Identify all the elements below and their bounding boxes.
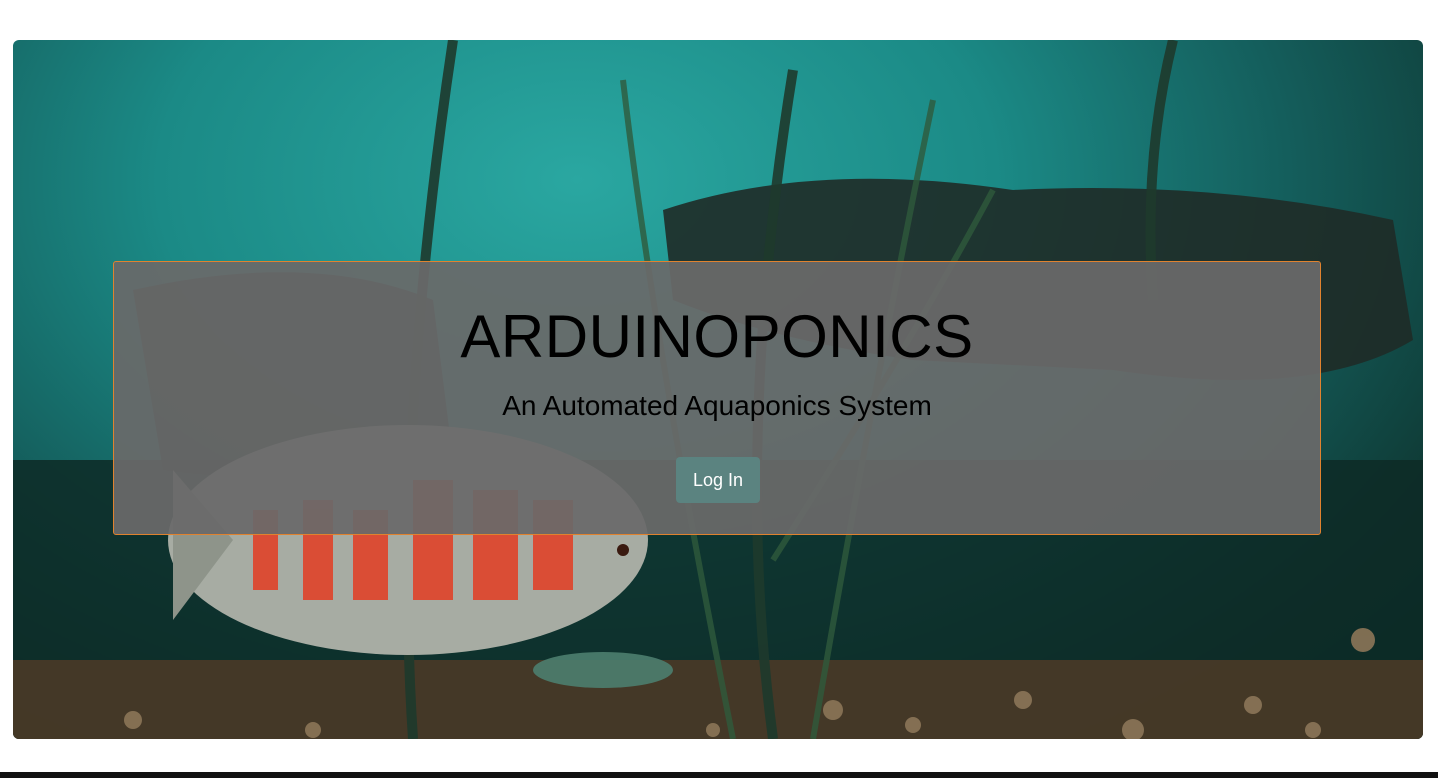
bottom-divider	[0, 772, 1438, 778]
page-subtitle: An Automated Aquaponics System	[502, 390, 932, 421]
login-button[interactable]: Log In	[676, 457, 760, 503]
hero-background: ARDUINOPONICS An Automated Aquaponics Sy…	[13, 40, 1423, 739]
page-title: ARDUINOPONICS	[460, 303, 974, 370]
intro-panel: ARDUINOPONICS An Automated Aquaponics Sy…	[113, 261, 1321, 535]
